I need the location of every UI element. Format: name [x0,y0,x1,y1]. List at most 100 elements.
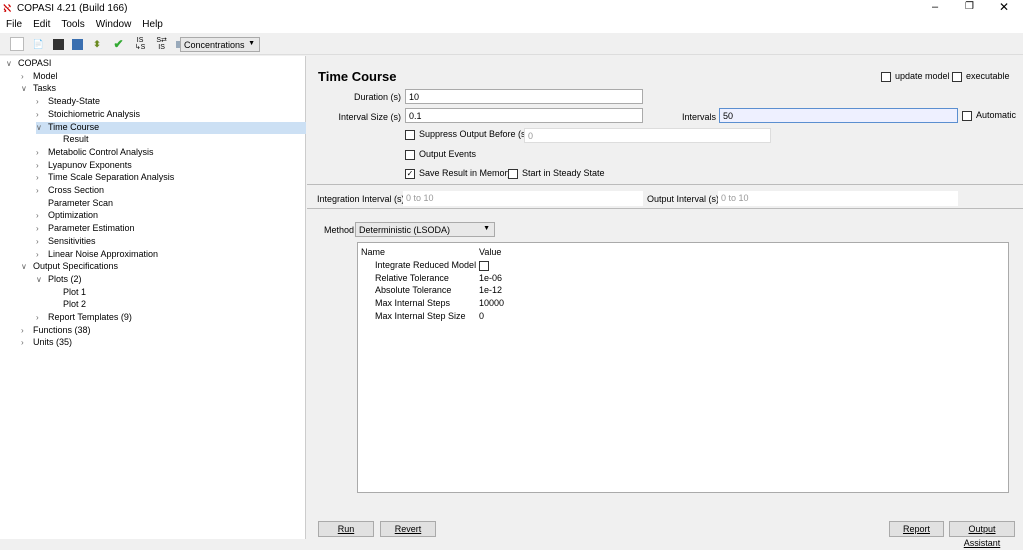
chevron-down-icon[interactable]: ∨ [21,262,33,271]
tree-item-label: Plots (2) [48,273,82,284]
chevron-right-icon[interactable]: › [21,72,33,81]
tree-item-label: Result [63,134,89,145]
tree-item[interactable]: ∨ Tasks [21,83,56,95]
menu-help[interactable]: Help [136,17,168,30]
param-checkbox[interactable] [479,260,493,271]
tree-item[interactable]: › Report Templates (9) [36,312,132,324]
tree-item[interactable]: Plot 1 [51,287,86,299]
tree-item[interactable]: Plot 2 [51,299,86,311]
tree-item-label: Stoichiometric Analysis [48,108,141,119]
tree-item-label: Output Specifications [33,261,119,272]
chevron-right-icon[interactable]: › [36,110,48,119]
convert-to-irreversible-icon[interactable]: IS ↳S [133,37,147,51]
chevron-right-icon[interactable]: › [36,161,48,170]
window-title: COPASI 4.21 (Build 166) [17,3,128,14]
chevron-right-icon[interactable]: › [21,326,33,335]
tree-item[interactable]: Result [51,134,89,146]
chevron-right-icon[interactable]: › [36,173,48,182]
update-model-label: update model [895,71,950,81]
tree-item-label: Tasks [33,83,57,94]
chevron-right-icon[interactable]: › [36,186,48,195]
convert-reactions-icon[interactable]: S⇄ IS [155,37,169,51]
chevron-down-icon[interactable]: ∨ [21,84,33,93]
tree-item[interactable]: › Stoichiometric Analysis [36,109,140,121]
update-model-checkbox[interactable]: update model [881,71,950,82]
tree-item-label: Parameter Scan [48,197,114,208]
tree-item[interactable]: ∨ Output Specifications [21,261,118,273]
method-select[interactable]: Deterministic (LSODA) ▼ [355,222,495,237]
tree-item-label: Metabolic Control Analysis [48,146,154,157]
param-value[interactable]: 1e-06 [479,273,502,283]
chevron-down-icon[interactable]: ∨ [36,275,48,284]
tree-item[interactable]: Parameter Scan [36,198,113,210]
output-events-checkbox[interactable]: Output Events [405,149,476,160]
chevron-right-icon[interactable]: › [36,237,48,246]
duration-input[interactable]: 10 [405,89,643,104]
run-button[interactable]: Run [318,521,374,537]
tree-item[interactable]: › Parameter Estimation [36,223,135,235]
export-icon[interactable] [71,39,83,50]
revert-button[interactable]: Revert [380,521,436,537]
time-course-panel: Time Course update model executable Dura… [307,56,1023,548]
menu-file[interactable]: File [0,17,27,30]
chevron-right-icon[interactable]: › [36,313,48,322]
chevron-right-icon[interactable]: › [21,338,33,347]
param-name: Max Internal Steps [375,298,451,309]
chevron-down-icon[interactable]: ∨ [36,123,48,132]
interval-size-input[interactable]: 0.1 [405,108,643,123]
tree-item[interactable]: › Optimization [36,210,98,222]
tree-item[interactable]: › Linear Noise Approximation [36,249,158,261]
tree-item[interactable]: › Metabolic Control Analysis [36,147,154,159]
object-tree[interactable]: ∨ COPASI › Model ∨ Tasks › Steady-State › Stoichi… [0,56,306,539]
tree-item[interactable]: › Time Scale Separation Analysis [36,172,174,184]
chevron-right-icon[interactable]: › [36,211,48,220]
param-name: Integrate Reduced Model [375,260,477,270]
tree-item-label: Model [33,70,58,81]
output-interval-label: Output Interval (s) [647,194,720,204]
executable-checkbox[interactable]: executable [952,71,1010,82]
chevron-right-icon[interactable]: › [36,250,48,259]
start-steady-state-checkbox[interactable]: Start in Steady State [508,168,605,179]
tree-item-label: Parameter Estimation [48,223,135,234]
save-result-checkbox[interactable]: ✓ Save Result in Memory [405,168,512,179]
param-value[interactable]: 1e-12 [479,285,502,295]
quantity-type-select[interactable]: Concentrations ▼ [180,37,260,52]
tree-item[interactable]: › Units (35) [21,337,72,349]
tree-item[interactable]: ∨ Time Course [36,121,306,134]
chevron-down-icon[interactable]: ∨ [6,59,18,68]
tree-item-label: Linear Noise Approximation [48,248,159,259]
suppress-output-checkbox[interactable]: Suppress Output Before (s) [405,129,529,140]
tree-item[interactable]: › Steady-State [36,96,100,108]
report-button[interactable]: Report [889,521,944,537]
param-name: Max Internal Step Size [375,310,466,321]
chevron-right-icon[interactable]: › [36,224,48,233]
slider-icon[interactable]: ⬍ [90,37,104,51]
tree-item[interactable]: › Cross Section [36,185,104,197]
chevron-right-icon[interactable]: › [36,148,48,157]
close-button[interactable]: ✕ [999,0,1009,14]
tree-item[interactable]: › Sensitivities [36,236,96,248]
new-icon[interactable] [10,37,24,51]
menu-window[interactable]: Window [90,17,137,30]
tree-item[interactable]: › Lyapunov Exponents [36,160,132,172]
menu-edit[interactable]: Edit [27,17,55,30]
open-icon[interactable]: 📄 [32,37,46,51]
intervals-input[interactable]: 50 [719,108,958,123]
param-value[interactable]: 0 [479,311,484,321]
param-value[interactable]: 10000 [479,298,504,308]
menu-bar: File Edit Tools Window Help [0,17,1023,33]
menu-tools[interactable]: Tools [55,17,89,30]
automatic-checkbox[interactable]: Automatic [962,110,1016,121]
tree-item[interactable]: ∨ COPASI [6,58,51,70]
tree-item[interactable]: › Functions (38) [21,325,91,337]
output-assistant-button[interactable]: Output Assistant [949,521,1015,548]
tree-item-label: Lyapunov Exponents [48,159,132,170]
tree-item[interactable]: ∨ Plots (2) [36,274,82,286]
minimize-button[interactable]: – [932,1,938,13]
check-icon[interactable]: ✔ [112,37,126,51]
chevron-right-icon[interactable]: › [36,97,48,106]
suppress-output-input[interactable]: 0 [524,128,771,143]
restore-button[interactable]: ❐ [965,1,974,12]
save-icon[interactable] [53,39,65,50]
tree-item[interactable]: › Model [21,71,58,83]
